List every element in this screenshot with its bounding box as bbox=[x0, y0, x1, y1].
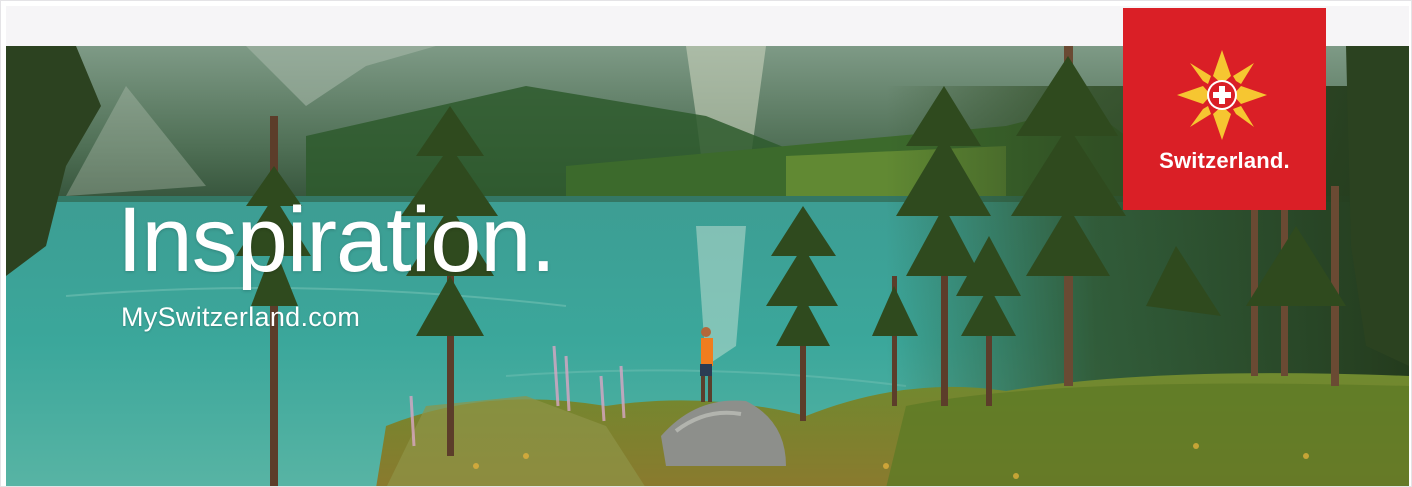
swiss-flower-cross-icon bbox=[1177, 50, 1267, 140]
switzerland-logo[interactable]: Switzerland. bbox=[1123, 8, 1326, 210]
ad-frame: Inspiration. MySwitzerland.com Switzerla… bbox=[0, 0, 1412, 487]
headline-text: Inspiration. bbox=[117, 189, 556, 291]
website-url-text: MySwitzerland.com bbox=[121, 302, 361, 332]
logo-wordmark: Switzerland. bbox=[1159, 148, 1290, 173]
